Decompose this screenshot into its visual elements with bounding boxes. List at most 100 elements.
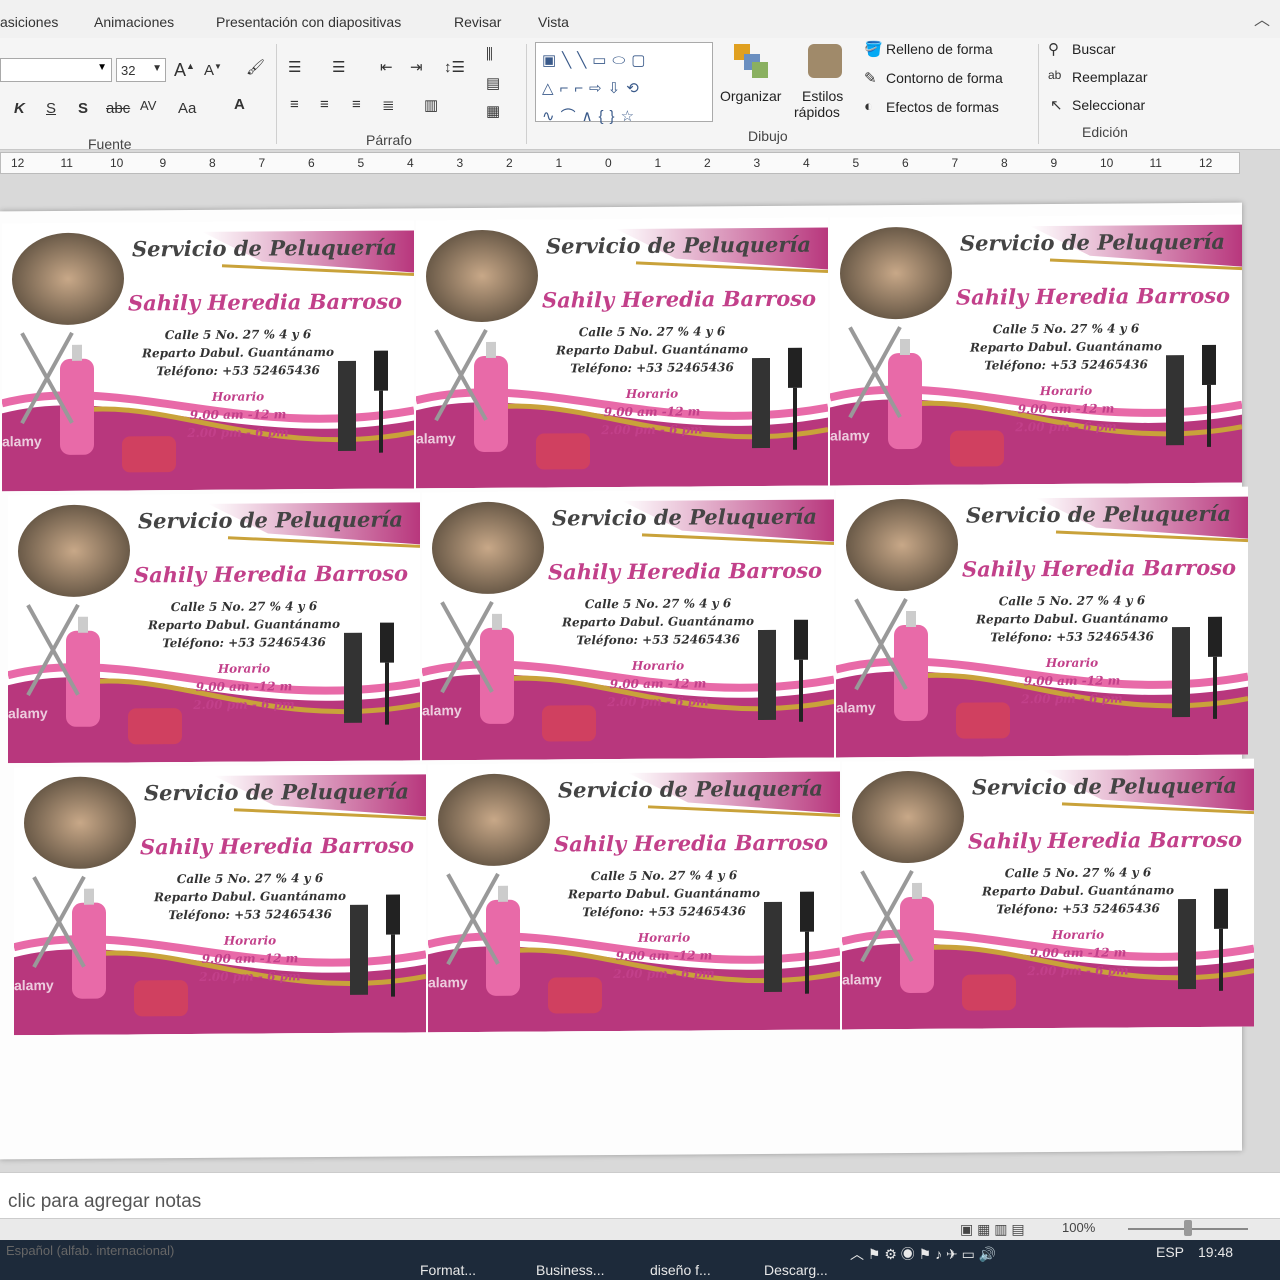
- business-card[interactable]: Servicio de Peluquería Sahily Heredia Ba…: [842, 758, 1254, 1030]
- taskbar-item-business[interactable]: Business...: [536, 1262, 604, 1278]
- quick-styles-label-1[interactable]: Estilos: [802, 88, 843, 104]
- card-address-2: Reparto Dabul. Guantánamo: [147, 616, 341, 633]
- underline-icon[interactable]: S: [46, 100, 56, 117]
- font-group-label: Fuente: [88, 136, 132, 152]
- card-address-2: Reparto Dabul. Guantánamo: [567, 886, 761, 902]
- arrange-button[interactable]: Organizar: [720, 88, 781, 104]
- change-case-icon[interactable]: Aa: [178, 100, 196, 117]
- tray-language[interactable]: ESP: [1156, 1244, 1184, 1260]
- card-watermark: alamy: [428, 974, 468, 991]
- view-buttons-icon[interactable]: ▣ ▦ ▥ ▤: [960, 1221, 1025, 1238]
- fill-bucket-icon: 🪣: [864, 41, 883, 58]
- align-right-icon[interactable]: ≡: [352, 96, 361, 113]
- card-address-1: Calle 5 No. 27 % 4 y 6: [584, 596, 732, 612]
- shape-outline-button[interactable]: Contorno de forma: [886, 70, 1003, 86]
- card-hours-label: Horario: [1045, 655, 1099, 671]
- business-card[interactable]: Servicio de Peluquería Sahily Heredia Ba…: [2, 220, 414, 492]
- font-name-input[interactable]: ▼: [0, 58, 112, 82]
- tab-transiciones[interactable]: asiciones: [0, 14, 58, 30]
- card-title: Servicio de Peluquería: [552, 503, 818, 531]
- justify-icon[interactable]: ≣: [382, 96, 395, 114]
- card-title: Servicio de Peluquería: [558, 775, 824, 803]
- quick-styles-icon[interactable]: [806, 42, 844, 80]
- card-name: Sahily Heredia Barroso: [962, 554, 1237, 582]
- shadow-icon[interactable]: S: [78, 100, 88, 117]
- ruler-tick: 9: [159, 156, 167, 170]
- tray-icons[interactable]: ︿ ⚑ ⚙ ◉ ⚑ ♪ ✈ ▭ 🔊: [850, 1244, 996, 1264]
- business-card[interactable]: Servicio de Peluquería Sahily Heredia Ba…: [416, 217, 828, 489]
- shape-effects-button[interactable]: Efectos de formas: [886, 99, 999, 115]
- clear-format-icon[interactable]: 🖌: [246, 58, 265, 76]
- smartart-icon[interactable]: ▦: [486, 102, 500, 120]
- ruler-tick: 12: [11, 156, 25, 170]
- tab-revisar[interactable]: Revisar: [454, 14, 501, 30]
- ruler-tick: 7: [258, 156, 266, 170]
- tab-vista[interactable]: Vista: [538, 14, 569, 30]
- shapes-gallery[interactable]: ▣╲╲▭⬭▢ △⌐⌐⇨⇩⟲ ∿⌒∧{}☆: [535, 42, 713, 125]
- card-address-1: Calle 5 No. 27 % 4 y 6: [164, 327, 312, 343]
- card-hours-2: 2.00 pm - 6 pm: [601, 422, 703, 438]
- card-address-2: Reparto Dabul. Guantánamo: [981, 883, 1175, 899]
- font-size-input[interactable]: 32 ▼: [116, 58, 166, 82]
- italic-icon[interactable]: K: [14, 100, 25, 117]
- bullets-icon[interactable]: ☰: [288, 58, 301, 76]
- ruler-tick: 2: [704, 156, 711, 170]
- replace-button[interactable]: Reemplazar: [1072, 69, 1147, 85]
- tab-animaciones[interactable]: Animaciones: [94, 14, 174, 30]
- slide-canvas[interactable]: Servicio de Peluquería Sahily Heredia Ba…: [0, 202, 1254, 1160]
- strikethrough-icon[interactable]: abc: [106, 100, 130, 117]
- align-center-icon[interactable]: ≡: [320, 96, 329, 113]
- notes-placeholder[interactable]: clic para agregar notas: [8, 1191, 201, 1213]
- taskbar-item-diseno[interactable]: diseño f...: [650, 1262, 711, 1278]
- card-watermark: alamy: [8, 705, 48, 722]
- taskbar-item-descargas[interactable]: Descarg...: [764, 1262, 828, 1278]
- hair-rollers: [536, 433, 590, 470]
- hair-photo: [12, 232, 124, 325]
- business-card[interactable]: Servicio de Peluquería Sahily Heredia Ba…: [422, 489, 834, 761]
- taskbar-item-format[interactable]: Format...: [420, 1262, 476, 1278]
- select-button[interactable]: Seleccionar: [1072, 97, 1145, 113]
- business-card[interactable]: Servicio de Peluquería Sahily Heredia Ba…: [428, 761, 840, 1033]
- char-spacing-icon[interactable]: AV: [140, 98, 156, 113]
- numbering-icon[interactable]: ☰: [332, 58, 345, 76]
- line-spacing-icon[interactable]: ↕☰: [444, 58, 465, 76]
- tab-presentacion[interactable]: Presentación con diapositivas: [216, 14, 401, 30]
- shrink-font-icon[interactable]: A▼: [204, 62, 222, 79]
- text-direction-icon[interactable]: ⫼: [486, 46, 493, 63]
- grow-font-icon[interactable]: A▲: [174, 60, 195, 81]
- card-address-1: Calle 5 No. 27 % 4 y 6: [998, 593, 1146, 609]
- zoom-slider-thumb[interactable]: [1184, 1220, 1192, 1236]
- shape-effects-icon: ◐: [864, 98, 874, 115]
- business-card[interactable]: Servicio de Peluquería Sahily Heredia Ba…: [830, 214, 1242, 486]
- notes-pane[interactable]: clic para agregar notas: [0, 1172, 1280, 1218]
- tray-clock[interactable]: 19:48: [1198, 1244, 1233, 1260]
- align-text-icon[interactable]: ▤: [486, 74, 500, 92]
- quick-styles-label-2[interactable]: rápidos: [794, 104, 840, 120]
- hair-rollers: [542, 705, 596, 742]
- card-address-1: Calle 5 No. 27 % 4 y 6: [176, 871, 324, 887]
- card-hours-2: 2.00 pm - 6 pm: [1027, 963, 1129, 979]
- zoom-level[interactable]: 100%: [1062, 1220, 1095, 1235]
- ruler-tick: 3: [456, 156, 464, 170]
- business-card[interactable]: Servicio de Peluquería Sahily Heredia Ba…: [8, 492, 420, 764]
- card-address-1: Calle 5 No. 27 % 4 y 6: [1004, 865, 1152, 881]
- align-left-icon[interactable]: ≡: [290, 96, 299, 113]
- ruler-tick: 8: [1001, 156, 1008, 170]
- card-hours-1: 9.00 am -12 m: [1023, 673, 1121, 689]
- arrange-icon[interactable]: [732, 42, 770, 80]
- minimize-ribbon-icon[interactable]: ︿: [1254, 6, 1270, 30]
- horizontal-ruler[interactable]: 12 11 10 9 8 7 6 5 4 3 2 1 0 1 2 3 4 5 6 7 8 9 10 11 12: [0, 152, 1240, 174]
- hair-photo: [438, 773, 550, 866]
- increase-indent-icon[interactable]: ⇥: [410, 58, 423, 76]
- card-hours-1: 9.00 am -12 m: [201, 951, 299, 966]
- font-color-icon[interactable]: A: [234, 96, 245, 113]
- columns-icon[interactable]: ▥: [424, 96, 438, 114]
- business-card[interactable]: Servicio de Peluquería Sahily Heredia Ba…: [836, 486, 1248, 758]
- business-card[interactable]: Servicio de Peluquería Sahily Heredia Ba…: [14, 764, 426, 1036]
- decrease-indent-icon[interactable]: ⇤: [380, 58, 393, 76]
- shape-fill-button[interactable]: Relleno de forma: [886, 41, 993, 57]
- card-name: Sahily Heredia Barroso: [956, 282, 1231, 310]
- status-language[interactable]: Español (alfab. internacional): [6, 1243, 174, 1258]
- card-address-2: Reparto Dabul. Guantánamo: [975, 611, 1169, 627]
- find-button[interactable]: Buscar: [1072, 41, 1116, 57]
